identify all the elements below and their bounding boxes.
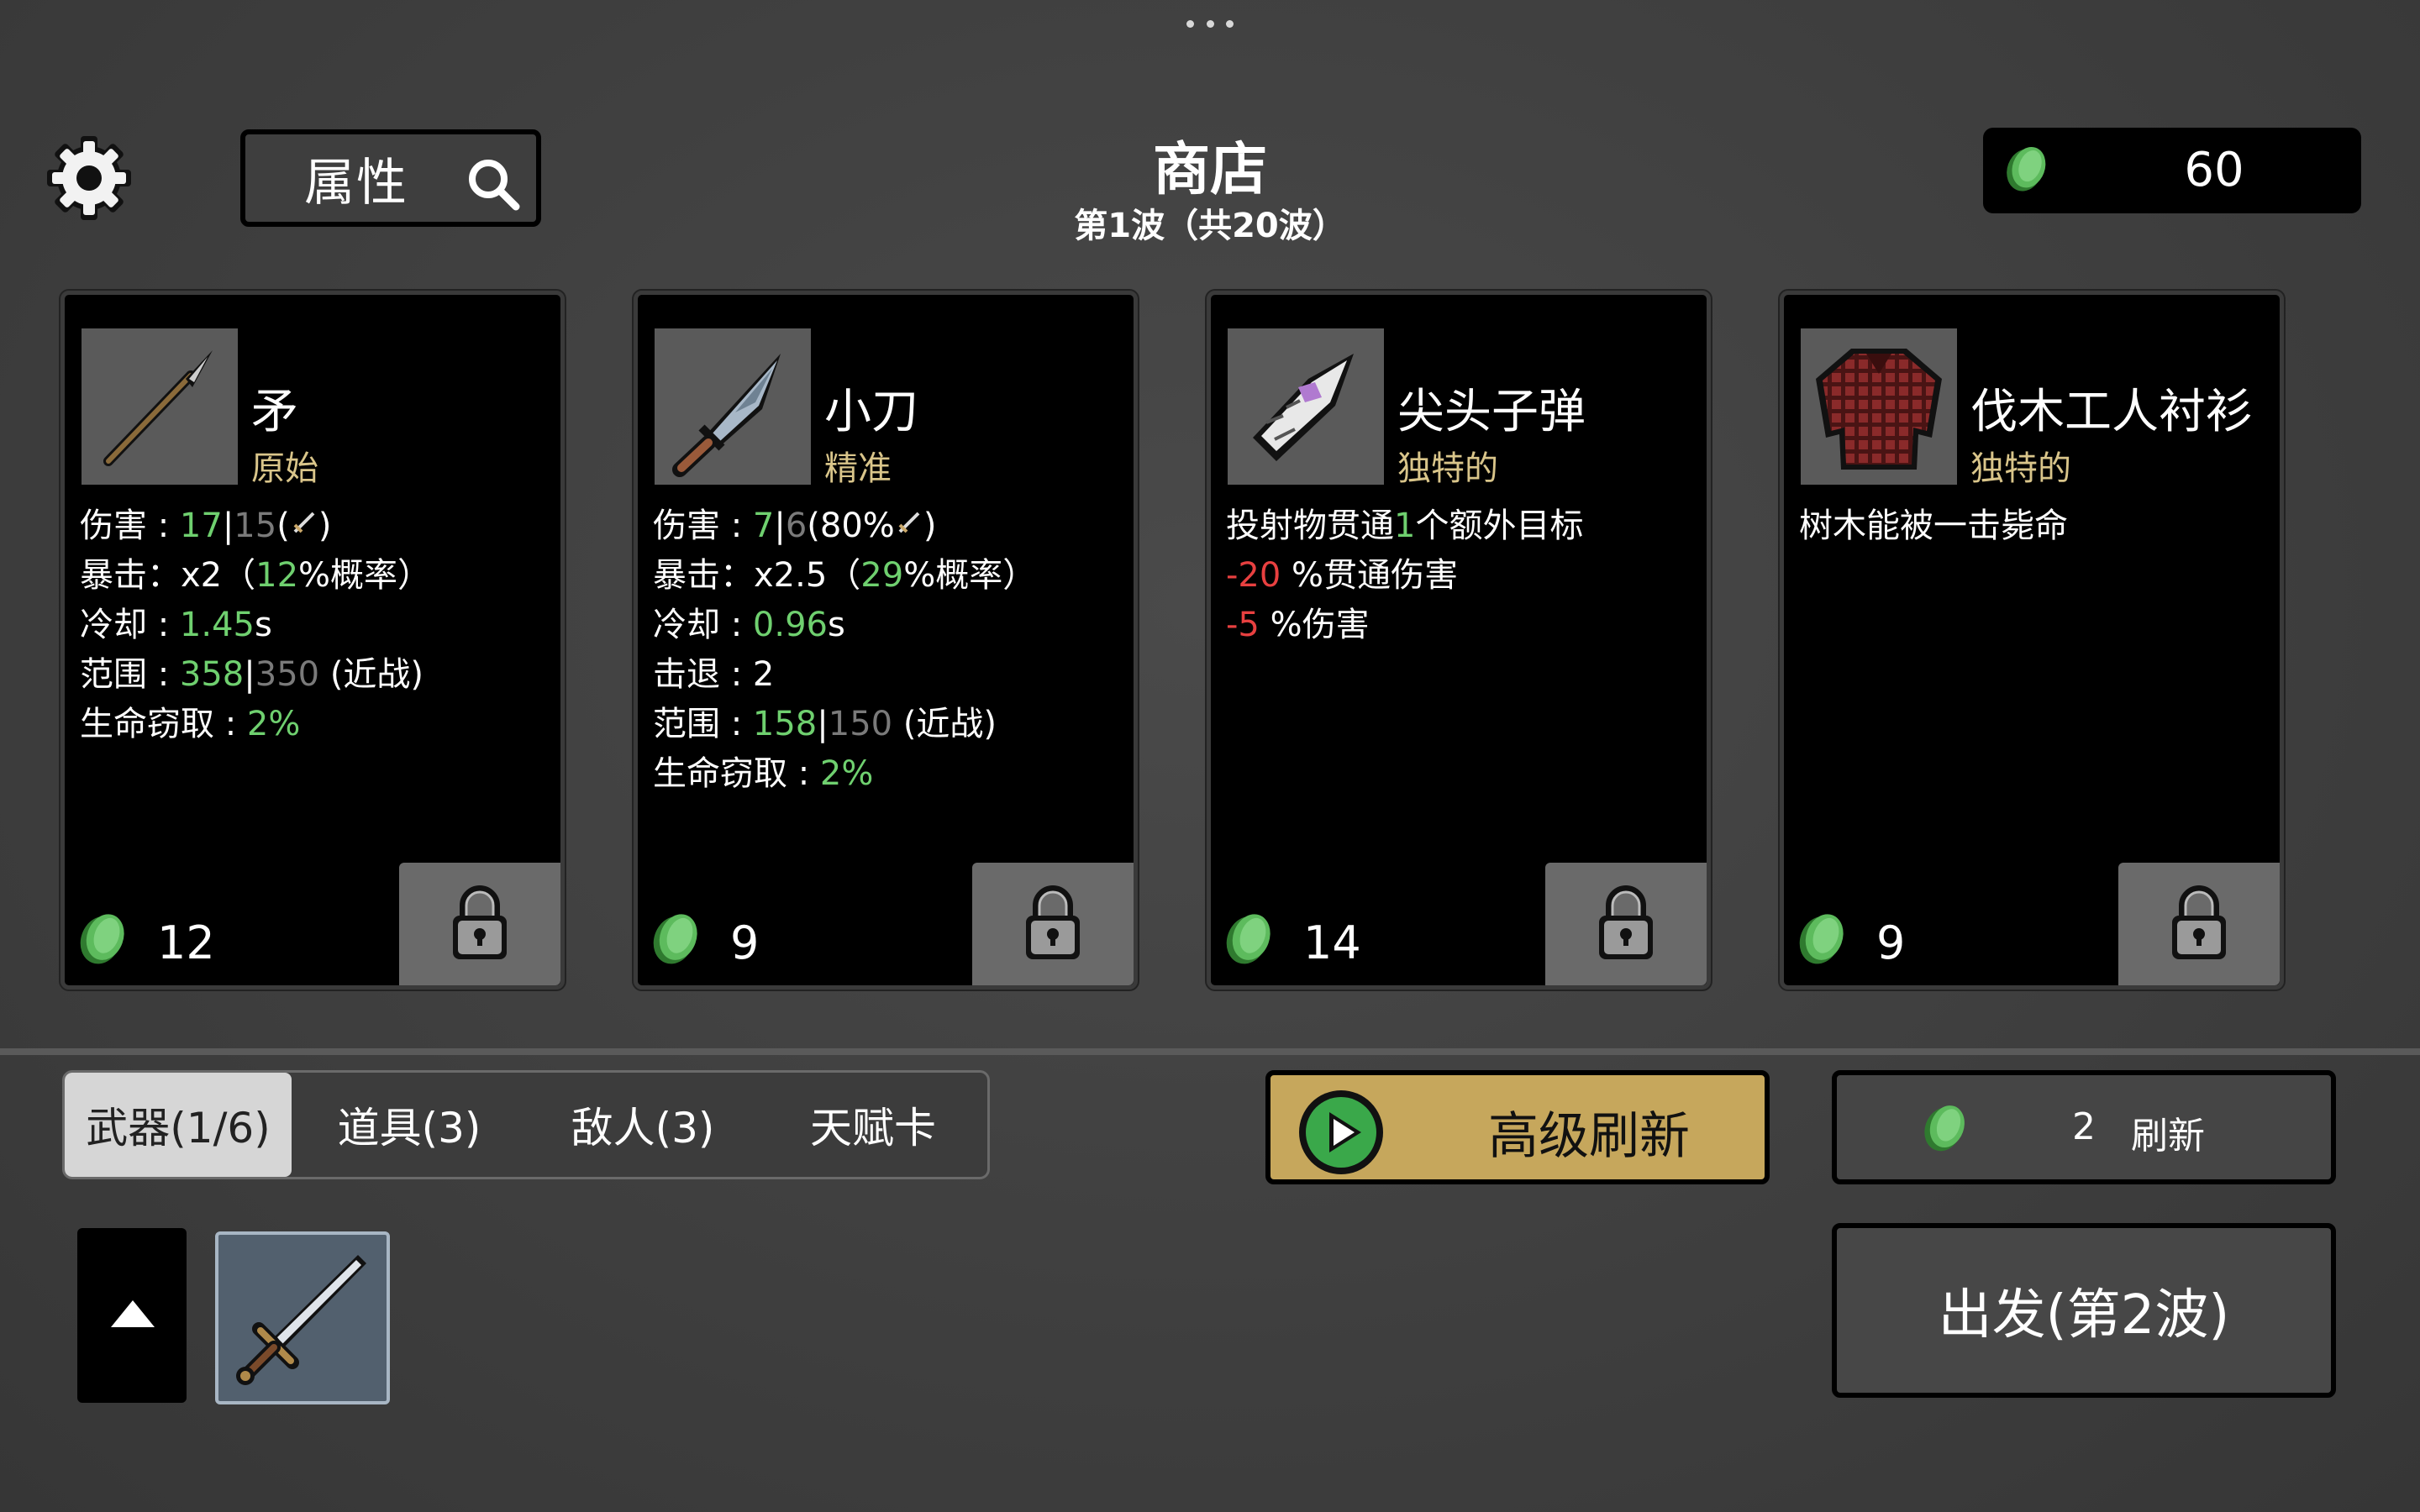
knife-icon: [655, 328, 811, 485]
coin-icon: [650, 908, 704, 970]
item-name: 矛: [251, 385, 298, 439]
item-name: 小刀: [824, 385, 918, 439]
inventory-tabs: 武器(1/6) 道具(3) 敌人(3) 天赋卡: [62, 1070, 990, 1179]
lumberjack-shirt-icon: [1801, 328, 1957, 485]
shop-card-pointed-bullet[interactable]: 尖头子弹 独特的 投射物贯通1个额外目标 -20 %贯通伤害 -5 %伤害 14: [1207, 291, 1711, 990]
coin-icon: [1796, 908, 1850, 970]
refresh-button[interactable]: 2 刷新: [1832, 1070, 2336, 1184]
search-icon: [469, 160, 520, 211]
tab-talent-cards[interactable]: 天赋卡: [759, 1073, 987, 1177]
more-options-icon[interactable]: [1186, 18, 1234, 30]
chevron-up-icon: [111, 1300, 155, 1327]
coin-icon: [1223, 908, 1277, 970]
item-stats: 伤害 : 7|6(80%) 暴击：x2.5（29%概率） 冷却 : 0.96s …: [653, 507, 1037, 793]
spear-icon: [82, 328, 238, 485]
page-title: 商店: [1152, 137, 1267, 203]
item-price: 9: [730, 916, 760, 969]
attributes-button[interactable]: 属性: [240, 129, 541, 227]
lock-icon: [441, 882, 518, 966]
inventory-slot-sword[interactable]: [215, 1231, 390, 1404]
expand-inventory-button[interactable]: [77, 1228, 187, 1403]
damage-sword-icon: [293, 512, 315, 533]
wave-subtitle: 第1波（共20波）: [1074, 207, 1346, 245]
item-stats: 树木能被一击毙命: [1799, 507, 2068, 545]
premium-refresh-button[interactable]: 高级刷新: [1265, 1070, 1770, 1184]
tab-weapons[interactable]: 武器(1/6): [65, 1073, 292, 1177]
divider: [0, 1048, 2420, 1055]
lock-button[interactable]: [972, 863, 1134, 985]
item-tier: 精准: [824, 449, 892, 488]
item-price: 9: [1876, 916, 1906, 969]
lock-icon: [1014, 882, 1092, 966]
settings-gear-icon[interactable]: [45, 134, 133, 222]
shop-card-lumberjack-shirt[interactable]: 伐木工人衬衫 独特的 树木能被一击毙命 9: [1780, 291, 2284, 990]
refresh-label: 刷新: [2131, 1115, 2205, 1158]
start-next-wave-button[interactable]: 出发(第2波): [1832, 1223, 2336, 1398]
item-price: 12: [157, 916, 215, 969]
refresh-cost: 2: [2072, 1105, 2096, 1148]
shop-card-spear[interactable]: 矛 原始 伤害 : 17|15() 暴击：x2（12%概率） 冷却 : 1.45…: [60, 291, 565, 990]
item-tier: 独特的: [1970, 449, 2071, 488]
damage-sword-icon: [898, 512, 920, 533]
coin-icon: [76, 908, 131, 970]
item-name: 尖头子弹: [1397, 385, 1586, 439]
pointed-bullet-icon: [1228, 328, 1384, 485]
currency-display: 60: [1983, 128, 2361, 213]
item-stats: 伤害 : 17|15() 暴击：x2（12%概率） 冷却 : 1.45s 范围 …: [80, 507, 432, 743]
tab-items[interactable]: 道具(3): [292, 1073, 527, 1177]
attributes-label: 属性: [304, 153, 408, 213]
item-stats: 投射物贯通1个额外目标 -20 %贯通伤害 -5 %伤害: [1226, 507, 1584, 644]
lock-icon: [1587, 882, 1665, 966]
item-tier: 独特的: [1397, 449, 1498, 488]
coin-icon: [1921, 1100, 1970, 1157]
currency-amount: 60: [2184, 143, 2244, 197]
tab-enemies[interactable]: 敌人(3): [527, 1073, 759, 1177]
sword-icon: [236, 1255, 366, 1385]
item-name: 伐木工人衬衫: [1970, 385, 2253, 439]
premium-refresh-label: 高级刷新: [1488, 1107, 1690, 1166]
play-video-icon: [1299, 1090, 1383, 1174]
item-price: 14: [1303, 916, 1361, 969]
lock-icon: [2160, 882, 2238, 966]
item-tier: 原始: [251, 449, 318, 488]
lock-button[interactable]: [399, 863, 560, 985]
lock-button[interactable]: [1545, 863, 1707, 985]
coin-icon: [2003, 144, 2051, 197]
shop-card-knife[interactable]: 小刀 精准 伤害 : 7|6(80%) 暴击：x2.5（29%概率） 冷却 : …: [634, 291, 1138, 990]
lock-button[interactable]: [2118, 863, 2280, 985]
